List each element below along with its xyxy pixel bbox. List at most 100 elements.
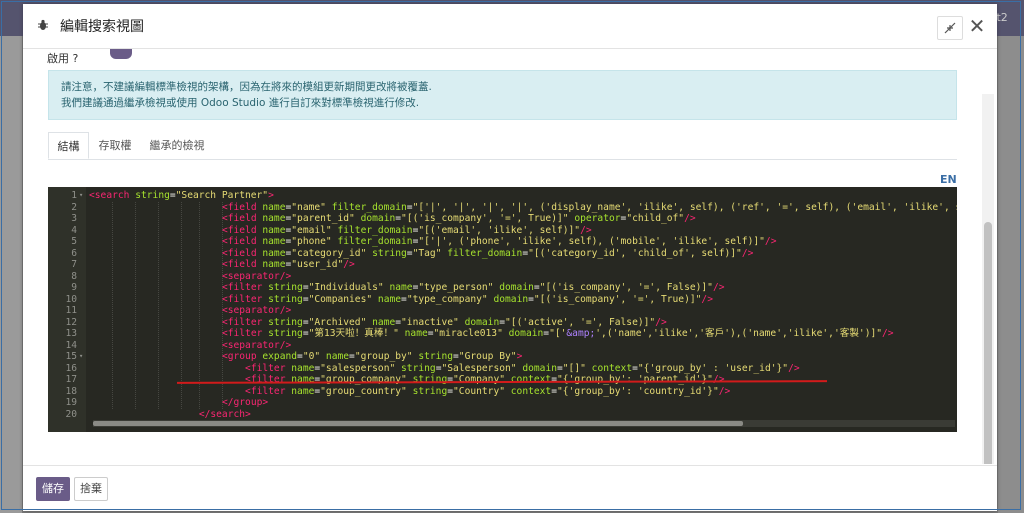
code-line[interactable]: <group expand="0" name="group_by" string… [222, 351, 522, 363]
code-line[interactable]: <separator/> [222, 271, 291, 283]
code-line[interactable]: <field name="category_id" string="Tag" f… [222, 248, 753, 260]
code-token: "type_company" [406, 293, 488, 305]
close-icon: ✕ [968, 14, 986, 38]
code-token: > [268, 190, 274, 201]
code-token: <filter [221, 316, 269, 328]
code-line[interactable]: <filter string="Archived" name="inactive… [222, 317, 667, 329]
code-token: "group_by" [354, 351, 413, 362]
code-token: "phone" [291, 236, 332, 247]
code-token: name [372, 316, 396, 328]
code-line[interactable]: <filter string="Companies" name="type_co… [222, 294, 713, 306]
code-line[interactable]: <separator/> [222, 305, 291, 317]
code-token: <separator/> [221, 339, 292, 351]
line-number: 15 [65, 351, 77, 362]
editor-horizontal-scrollbar[interactable] [93, 420, 955, 427]
code-editor[interactable]: 1 ▾ <search string="Search Partner"> 2 <fiel… [48, 187, 957, 432]
code-token: </group> [221, 397, 269, 408]
code-token: "parent_id" [291, 213, 355, 224]
code-token: "salesperson" [320, 362, 396, 374]
dialog-scroll-thumb[interactable] [984, 222, 992, 464]
code-token: <filter [221, 328, 269, 339]
code-line[interactable]: <filter name="group_country" string="Cou… [245, 386, 730, 398]
code-token: string [412, 374, 448, 385]
code-token: name [262, 259, 286, 270]
code-token: filter_domain [337, 224, 413, 236]
editor-scroll-thumb[interactable] [93, 421, 743, 426]
code-token: string [268, 316, 303, 328]
code-token: <group [221, 351, 263, 362]
fold-toggle-icon[interactable]: ▾ [79, 190, 83, 202]
code-token: "inactive" [401, 316, 459, 328]
save-button[interactable]: 儲存 [36, 477, 70, 501]
background-right-panel [998, 36, 1024, 513]
code-line[interactable]: </group> [222, 397, 268, 409]
language-indicator[interactable]: EN [940, 173, 957, 186]
code-token: "group_country" [320, 385, 407, 397]
alert-line-1: 請注意，不建議編輯標準檢視的架構，因為在將來的模組更新期間更改將被覆蓋. [61, 81, 432, 93]
line-number: 16 [65, 362, 77, 374]
code-token: "[('active', '=', False)]" [505, 316, 656, 328]
close-button[interactable]: ✕ [967, 16, 987, 38]
code-token: "[' [549, 328, 567, 339]
code-token: "{'group_by': 'country_id'}" [557, 385, 719, 397]
code-token: domain [493, 293, 529, 305]
line-number: 11 [65, 305, 77, 316]
code-token: expand [262, 351, 298, 362]
code-token: "Group By" [458, 351, 517, 362]
indent-guide [112, 201, 114, 409]
code-token: "['|', ('phone', 'ilike', self), ('mobil… [418, 236, 765, 247]
code-line[interactable]: <filter string="第13天啦！真棒！" name="miracle… [222, 328, 894, 340]
code-token: name [262, 224, 286, 236]
line-number: 5 [71, 236, 77, 247]
code-token: > [516, 351, 523, 362]
code-line[interactable]: <field name="parent_id" domain="[('is_co… [222, 213, 696, 225]
code-token: name [389, 282, 413, 293]
dialog-title: 編輯搜索視圖 [60, 19, 144, 35]
code-token: "email" [291, 224, 332, 236]
shrink-button[interactable] [937, 16, 963, 40]
code-token: <field [221, 259, 263, 270]
code-line[interactable]: </search> [199, 409, 251, 421]
code-token: string [401, 362, 436, 374]
code-token: "Tag" [412, 247, 442, 259]
line-number: 17 [65, 374, 77, 385]
code-token: "第13天啦！真棒！" [308, 328, 399, 339]
code-line[interactable]: <filter string="Individuals" name="type_… [222, 282, 725, 294]
view-tabs: 結構 存取權 繼承的檢視 [48, 132, 957, 160]
code-token: "{'group_by': 'parent_id'}" [557, 374, 713, 385]
warning-alert: 請注意，不建議編輯標準檢視的架構，因為在將來的模組更新期間更改將被覆蓋. 我們建… [48, 70, 957, 120]
code-line[interactable]: <filter name="salesperson" string="Sales… [245, 363, 800, 375]
tab-structure[interactable]: 結構 [48, 132, 89, 159]
code-token: <field [221, 213, 263, 224]
code-line[interactable]: <field name="user_id"/> [222, 259, 355, 271]
dialog-body: 啟用 ? 請注意，不建議編輯標準檢視的架構，因為在將來的模組更新期間更改將被覆蓋… [23, 49, 997, 464]
code-line[interactable]: <field name="phone" filter_domain="['|',… [222, 236, 777, 248]
code-line[interactable]: <field name="name" filter_domain="['|', … [222, 202, 957, 214]
compress-icon [944, 22, 956, 34]
code-token: &amp; [566, 328, 596, 339]
fold-toggle-icon[interactable]: ▾ [79, 351, 83, 363]
dialog-vertical-scrollbar[interactable] [982, 94, 994, 464]
code-token: context [510, 374, 552, 385]
code-token: <separator/> [221, 270, 292, 282]
tab-access-rights[interactable]: 存取權 [94, 132, 136, 159]
discard-button[interactable]: 捨棄 [74, 477, 108, 501]
code-line[interactable]: <separator/> [222, 340, 291, 352]
indent-guide [198, 201, 201, 409]
line-number: 14 [65, 339, 77, 351]
code-token: string [268, 328, 303, 339]
code-token: name [262, 201, 286, 213]
code-token: /> [684, 213, 696, 224]
code-token: string [268, 293, 303, 305]
code-line[interactable]: <field name="email" filter_domain="[('em… [222, 225, 592, 237]
code-token: <filter [221, 282, 269, 293]
active-toggle[interactable] [110, 49, 132, 59]
tab-inherited-views[interactable]: 繼承的檢視 [142, 132, 212, 159]
code-line[interactable]: <search string="Search Partner"> [89, 190, 274, 202]
code-token: filter_domain [447, 247, 523, 259]
indent-guide [181, 201, 183, 409]
line-number: 10 [65, 293, 77, 305]
code-token: <field [221, 201, 263, 213]
bug-icon [38, 19, 48, 30]
code-token: <filter [245, 362, 292, 374]
